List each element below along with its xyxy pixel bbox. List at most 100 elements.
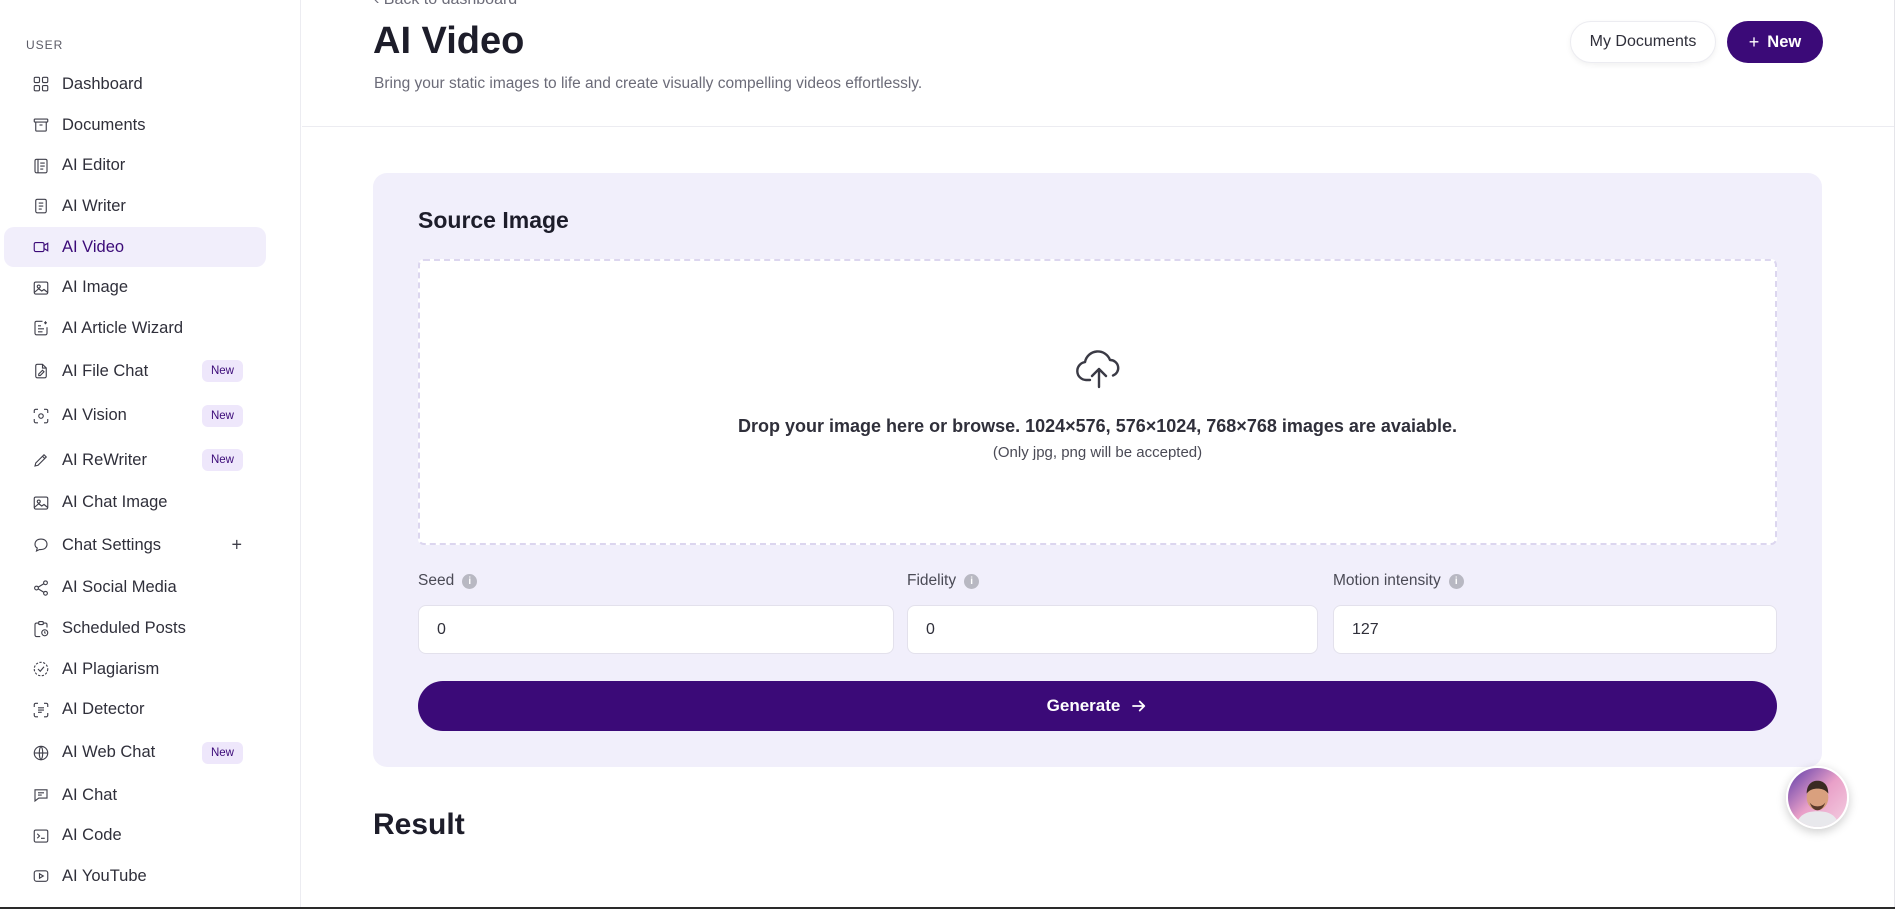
sidebar-item-ai-chat-image[interactable]: AI Chat Image xyxy=(4,482,266,523)
sidebar-nav: Dashboard Documents AI Editor AI Writer … xyxy=(0,64,301,897)
my-documents-button[interactable]: My Documents xyxy=(1570,21,1716,63)
terminal-icon xyxy=(31,826,51,846)
sidebar-item-ai-video[interactable]: AI Video xyxy=(4,226,266,268)
page-header: ‹ Back to dashboard AI Video Bring your … xyxy=(302,0,1895,127)
check-circle-icon xyxy=(31,659,51,679)
sidebar-section-label: USER xyxy=(26,38,64,52)
dropzone-subtext: (Only jpg, png will be accepted) xyxy=(992,444,1203,461)
info-icon[interactable]: i xyxy=(462,573,478,589)
sidebar-item-label: AI Code xyxy=(62,826,122,845)
back-link-label: Back to dashboard xyxy=(384,0,517,8)
new-badge: New xyxy=(201,449,243,472)
sidebar-item-dashboard[interactable]: Dashboard xyxy=(4,64,266,105)
sidebar-item-ai-detector[interactable]: AI Detector xyxy=(4,690,266,731)
motion-intensity-label-text: Motion intensity xyxy=(1333,572,1441,589)
sidebar-item-label: AI Social Media xyxy=(62,578,177,597)
seed-label: Seed i xyxy=(418,572,478,590)
archive-icon xyxy=(31,115,51,135)
document-icon xyxy=(31,196,51,216)
sidebar-item-label: AI Detector xyxy=(62,700,145,719)
sidebar-item-label: AI Chat Image xyxy=(62,493,168,512)
sidebar-item-ai-file-chat[interactable]: AI File Chat New xyxy=(4,349,266,394)
fidelity-label: Fidelity i xyxy=(907,572,980,590)
sidebar-item-label: Dashboard xyxy=(62,74,143,93)
image-icon xyxy=(31,278,51,298)
sidebar-item-label: AI Plagiarism xyxy=(62,659,160,678)
page-title: AI Video xyxy=(373,20,525,62)
sidebar-item-label: AI Image xyxy=(62,278,129,297)
chevron-left-icon: ‹ xyxy=(374,0,384,8)
file-chat-icon xyxy=(31,361,51,381)
avatar-image xyxy=(1788,768,1847,827)
new-badge: New xyxy=(201,404,243,427)
sidebar-item-label: AI Article Wizard xyxy=(62,318,184,337)
fidelity-label-text: Fidelity xyxy=(907,572,957,589)
sidebar-item-label: AI File Chat xyxy=(62,361,149,380)
sidebar-item-label: Documents xyxy=(62,115,146,134)
new-button-label: New xyxy=(1767,32,1802,51)
page-subtitle: Bring your static images to life and cre… xyxy=(374,75,923,92)
youtube-icon xyxy=(31,866,51,886)
sidebar-item-label: AI Chat xyxy=(62,785,118,804)
result-title: Result xyxy=(373,808,465,841)
source-image-title: Source Image xyxy=(418,207,569,233)
wizard-icon xyxy=(31,318,51,338)
generate-button-label: Generate xyxy=(1046,696,1121,715)
www-icon xyxy=(31,743,51,763)
sidebar-item-ai-rewriter[interactable]: AI ReWriter New xyxy=(4,438,266,483)
sidebar-item-ai-article-wizard[interactable]: AI Article Wizard xyxy=(4,308,266,349)
info-icon[interactable]: i xyxy=(1448,573,1464,589)
sidebar-item-ai-vision[interactable]: AI Vision New xyxy=(4,393,266,438)
motion-intensity-label: Motion intensity i xyxy=(1333,572,1464,590)
chat-bubble-icon xyxy=(31,535,51,555)
sidebar-item-scheduled-posts[interactable]: Scheduled Posts xyxy=(4,608,266,649)
video-icon xyxy=(31,237,51,257)
sidebar-item-ai-chat[interactable]: AI Chat xyxy=(4,775,266,816)
pencil-icon xyxy=(31,450,51,470)
dropzone-text: Drop your image here or browse. 1024×576… xyxy=(738,416,1457,436)
editor-icon xyxy=(31,156,51,176)
cloud-upload-icon xyxy=(1076,350,1120,389)
sidebar-item-label: AI Web Chat xyxy=(62,743,156,761)
sidebar-item-ai-code[interactable]: AI Code xyxy=(4,815,266,856)
info-icon[interactable]: i xyxy=(964,573,980,589)
back-to-dashboard-link[interactable]: ‹ Back to dashboard xyxy=(374,0,517,9)
sidebar-item-label: AI Editor xyxy=(62,156,126,175)
expand-plus-icon[interactable]: + xyxy=(231,535,242,556)
generate-button[interactable]: Generate xyxy=(418,681,1777,731)
sidebar-item-ai-web-chat[interactable]: AI Web Chat New xyxy=(4,730,266,775)
sidebar-item-label: AI Vision xyxy=(62,406,127,425)
sidebar-item-label: Scheduled Posts xyxy=(62,619,186,638)
seed-input[interactable]: 0 xyxy=(418,605,894,654)
new-badge: New xyxy=(201,741,243,764)
sidebar-item-label: AI ReWriter xyxy=(62,450,147,469)
grid-icon xyxy=(31,74,51,94)
seed-label-text: Seed xyxy=(418,572,455,589)
image-icon xyxy=(31,493,51,513)
sidebar-item-ai-social-media[interactable]: AI Social Media xyxy=(4,568,266,609)
image-dropzone[interactable]: Drop your image here or browse. 1024×576… xyxy=(418,259,1777,545)
fidelity-input[interactable]: 0 xyxy=(907,605,1318,654)
sidebar-item-ai-editor[interactable]: AI Editor xyxy=(4,145,266,186)
sidebar-item-label: Chat Settings xyxy=(62,535,162,554)
sidebar-item-documents[interactable]: Documents xyxy=(4,105,266,146)
new-button[interactable]: + New xyxy=(1727,21,1823,63)
new-badge: New xyxy=(201,360,243,383)
motion-intensity-input[interactable]: 127 xyxy=(1333,605,1777,654)
sidebar-item-ai-youtube[interactable]: AI YouTube xyxy=(4,856,266,897)
sidebar: USER Dashboard Documents AI Editor AI Wr… xyxy=(0,0,301,909)
sidebar-item-ai-writer[interactable]: AI Writer xyxy=(4,186,266,227)
sidebar-item-ai-image[interactable]: AI Image xyxy=(4,267,266,308)
message-square-icon xyxy=(31,785,51,805)
support-chat-avatar[interactable] xyxy=(1786,766,1849,829)
sidebar-item-chat-settings[interactable]: Chat Settings + xyxy=(4,523,266,568)
detector-icon xyxy=(31,700,51,720)
sidebar-item-label: AI Video xyxy=(62,237,125,256)
source-image-card: Source Image Drop your image here or bro… xyxy=(373,173,1822,767)
sidebar-item-ai-plagiarism[interactable]: AI Plagiarism xyxy=(4,649,266,690)
sidebar-item-label: AI YouTube xyxy=(62,866,147,885)
arrow-right-icon xyxy=(1132,700,1146,712)
scan-face-icon xyxy=(31,406,51,426)
plus-icon: + xyxy=(1748,31,1760,52)
sidebar-item-label: AI Writer xyxy=(62,196,126,215)
